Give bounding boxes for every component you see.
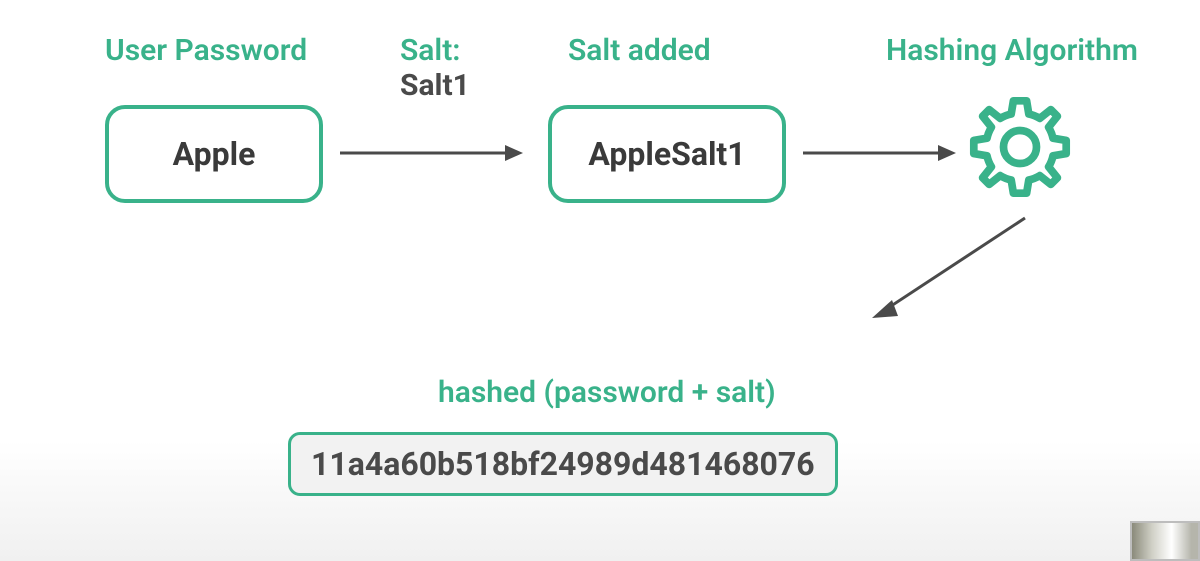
box-salted-password: AppleSalt1 (548, 105, 786, 203)
label-hashed: hashed (password + salt) (438, 375, 776, 410)
label-user-password: User Password (105, 33, 307, 68)
label-salt: Salt: (400, 33, 460, 68)
arrow-to-hashing (798, 138, 958, 168)
password-value: Apple (173, 135, 256, 173)
label-hashing-algorithm: Hashing Algorithm (886, 33, 1138, 68)
salt-value: Salt1 (400, 68, 470, 103)
hash-value: 11a4a60b518bf24989d481468076 (311, 445, 815, 483)
label-salt-added: Salt added (568, 33, 711, 68)
salted-value: AppleSalt1 (588, 135, 745, 173)
box-hash-output: 11a4a60b518bf24989d481468076 (288, 432, 838, 496)
arrow-to-hash (860, 210, 1040, 330)
gear-icon (965, 92, 1075, 206)
video-thumbnail (1130, 521, 1200, 561)
box-user-password: Apple (105, 105, 323, 203)
arrow-to-salted (335, 138, 525, 168)
